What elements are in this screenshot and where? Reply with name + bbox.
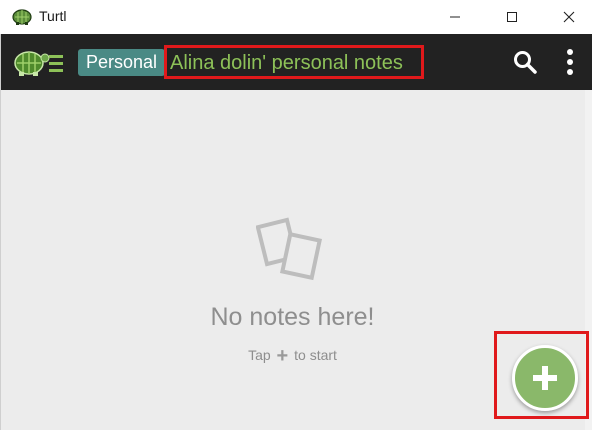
maximize-icon xyxy=(507,12,517,22)
more-vertical-icon[interactable] xyxy=(561,47,579,77)
window-border xyxy=(0,34,1,430)
window-title: Turtl xyxy=(39,8,67,24)
space-badge[interactable]: Personal xyxy=(78,49,166,76)
turtle-icon xyxy=(12,9,32,25)
add-button-highlight-box xyxy=(494,331,589,419)
empty-state-title: No notes here! xyxy=(210,303,375,331)
close-icon xyxy=(563,11,575,23)
minimize-button[interactable] xyxy=(432,0,478,34)
hint-prefix: Tap xyxy=(248,347,271,363)
hint-suffix: to start xyxy=(294,347,337,363)
plus-icon: + xyxy=(276,345,289,367)
notes-icon xyxy=(256,217,322,281)
minimize-icon xyxy=(450,16,460,18)
maximize-button[interactable] xyxy=(489,0,535,34)
search-icon[interactable] xyxy=(512,49,538,75)
turtle-menu-icon[interactable] xyxy=(11,46,67,80)
close-button[interactable] xyxy=(546,0,592,34)
app-header: Personal Alina dolin' personal notes xyxy=(0,34,592,90)
window-title-bar: Turtl xyxy=(0,0,592,34)
title-highlight-box xyxy=(164,45,424,79)
